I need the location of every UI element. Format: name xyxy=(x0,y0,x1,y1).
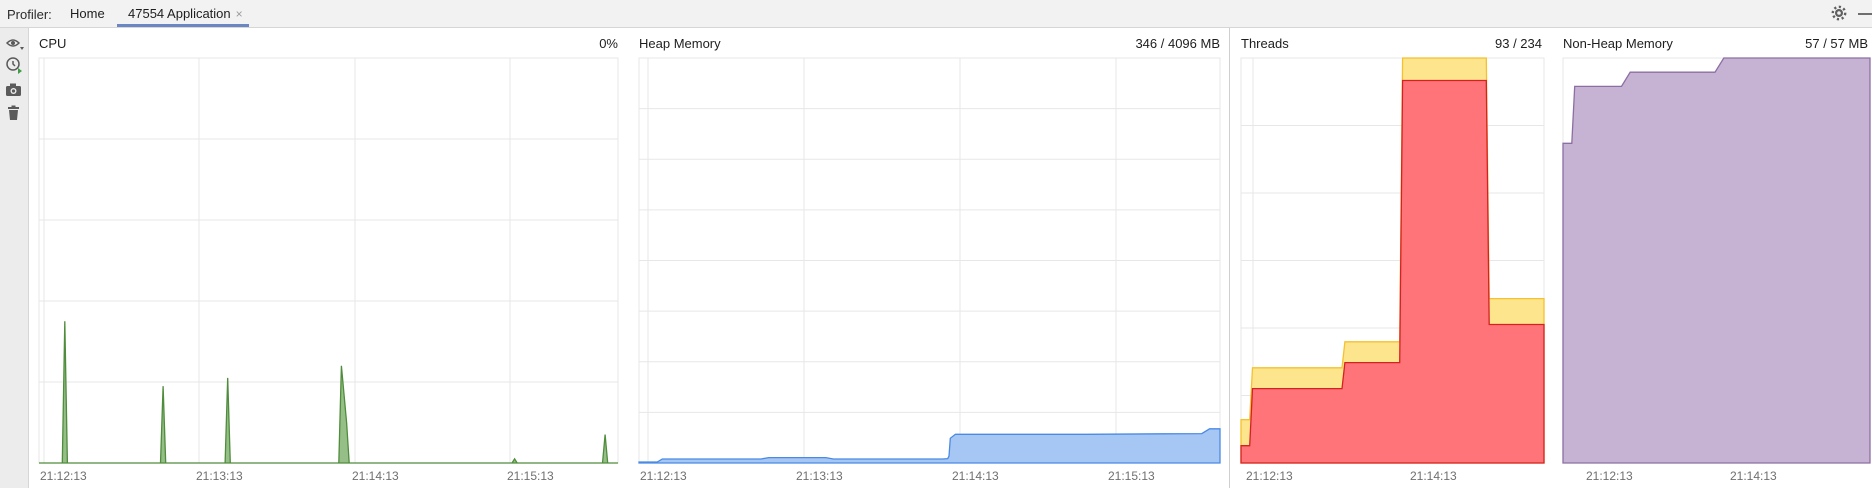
cpu-tick-label: 21:14:13 xyxy=(352,469,399,483)
tab-home-label: Home xyxy=(70,6,105,21)
cpu-record-icon[interactable] xyxy=(5,56,25,76)
camera-icon[interactable] xyxy=(5,80,25,100)
threads-chart: 21:12:13 21:14:13 xyxy=(1240,57,1545,483)
cpu-plot-frame xyxy=(38,57,619,464)
nonheap-tick-label: 21:14:13 xyxy=(1730,469,1777,483)
trash-icon[interactable] xyxy=(5,104,25,124)
threads-tick-label: 21:14:13 xyxy=(1410,469,1457,483)
cpu-chart: 21:12:13 21:13:13 21:14:13 21:15:13 xyxy=(38,57,619,483)
cpu-tick-label: 21:12:13 xyxy=(40,469,87,483)
cpu-panel: CPU 0% 21:12:13 21:13:13 21:14:13 21:15:… xyxy=(30,28,626,488)
tab-home[interactable]: Home xyxy=(70,0,105,27)
heap-tick-label: 21:12:13 xyxy=(640,469,687,483)
cpu-grid xyxy=(38,57,619,464)
nonheap-area xyxy=(1562,57,1871,464)
tab-application[interactable]: 47554 Application × xyxy=(117,0,249,27)
heap-chart: 21:12:13 21:13:13 21:14:13 21:15:13 xyxy=(638,57,1221,483)
nonheap-panel: Non-Heap Memory 57 / 57 MB 21:12:13 21:1… xyxy=(1554,28,1872,488)
nonheap-chart: 21:12:13 21:14:13 xyxy=(1562,57,1871,483)
threads-panel: Threads 93 / 234 21:12:13 21:14:13 xyxy=(1232,28,1550,488)
cpu-tick-label: 21:13:13 xyxy=(196,469,243,483)
threads-ticks: 21:12:13 21:14:13 xyxy=(1246,469,1457,483)
panel-divider[interactable] xyxy=(1229,28,1230,488)
close-icon[interactable]: × xyxy=(236,7,243,21)
gear-icon[interactable] xyxy=(1830,4,1848,22)
nonheap-tick-label: 21:12:13 xyxy=(1586,469,1633,483)
profiler-tab-bar: Profiler: Home 47554 Application × xyxy=(0,0,1872,28)
nonheap-ticks: 21:12:13 21:14:13 xyxy=(1586,469,1777,483)
eye-dropdown-icon[interactable] xyxy=(5,34,25,54)
profiler-label: Profiler: xyxy=(7,7,52,22)
heap-tick-label: 21:13:13 xyxy=(796,469,843,483)
minimize-icon[interactable] xyxy=(1858,13,1872,15)
heap-grid xyxy=(638,57,1221,464)
profiler-toolbar xyxy=(0,28,29,488)
heap-tick-label: 21:14:13 xyxy=(952,469,999,483)
heap-ticks: 21:12:13 21:13:13 21:14:13 21:15:13 xyxy=(640,469,1155,483)
threads-tick-label: 21:12:13 xyxy=(1246,469,1293,483)
heap-panel: Heap Memory 346 / 4096 MB 21:12:13 21:13… xyxy=(630,28,1226,488)
tab-application-label: 47554 Application xyxy=(128,6,231,21)
heap-tick-label: 21:15:13 xyxy=(1108,469,1155,483)
cpu-tick-label: 21:15:13 xyxy=(507,469,554,483)
cpu-ticks: 21:12:13 21:13:13 21:14:13 21:15:13 xyxy=(40,469,554,483)
